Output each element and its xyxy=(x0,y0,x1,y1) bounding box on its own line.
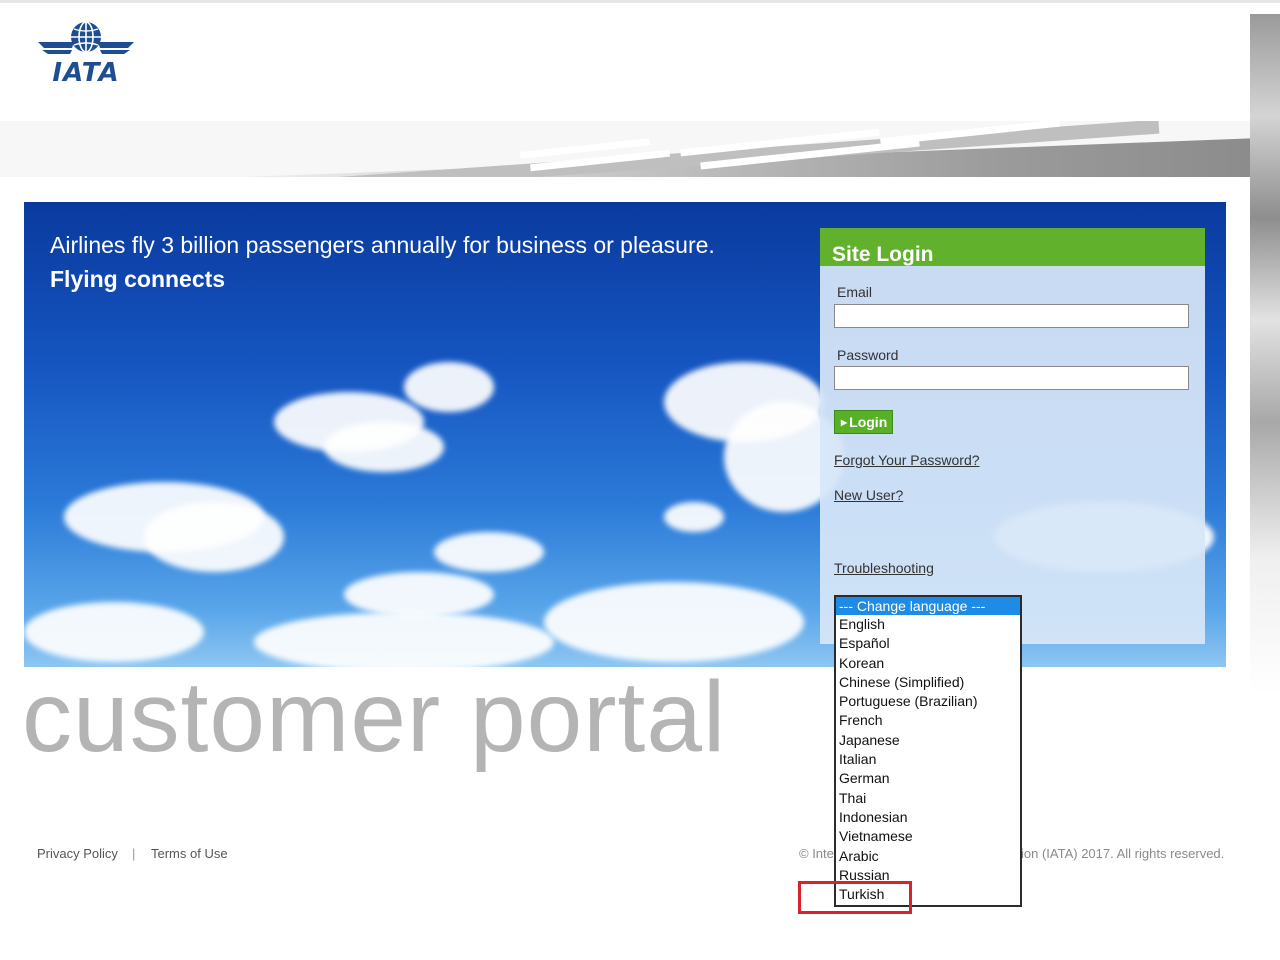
language-option-arabic[interactable]: Arabic xyxy=(836,847,1020,866)
globe-wings-icon xyxy=(38,21,134,54)
language-option-italian[interactable]: Italian xyxy=(836,750,1020,769)
runway-banner-image xyxy=(0,121,1250,177)
language-select[interactable]: --- Change language --- English Español … xyxy=(834,595,1022,907)
iata-logo[interactable]: IATA xyxy=(36,20,136,88)
language-option-korean[interactable]: Korean xyxy=(836,654,1020,673)
copyright-right: ion (IATA) 2017. All rights reserved. xyxy=(1021,846,1225,861)
password-field[interactable] xyxy=(834,366,1189,390)
password-label: Password xyxy=(837,347,899,363)
turkish-highlight-box xyxy=(798,881,912,914)
troubleshooting-link[interactable]: Troubleshooting xyxy=(834,560,934,576)
site-login-panel: Site Login Email Password ▶ Login Forgot … xyxy=(820,228,1205,644)
copyright-left: © Inte xyxy=(799,846,834,861)
new-user-link[interactable]: New User? xyxy=(834,487,903,503)
login-button[interactable]: ▶ Login xyxy=(834,410,893,434)
email-field[interactable] xyxy=(834,304,1189,328)
language-option-english[interactable]: English xyxy=(836,615,1020,634)
language-option-vietnamese[interactable]: Vietnamese xyxy=(836,827,1020,846)
arrow-right-icon: ▶ xyxy=(841,418,848,427)
language-option-french[interactable]: French xyxy=(836,711,1020,730)
language-option-portuguese-brazilian[interactable]: Portuguese (Brazilian) xyxy=(836,692,1020,711)
language-option-thai[interactable]: Thai xyxy=(836,789,1020,808)
footer-separator: | xyxy=(132,846,136,861)
side-background-image xyxy=(1250,14,1280,694)
customer-portal-watermark: customer portal xyxy=(22,661,727,773)
language-option-german[interactable]: German xyxy=(836,769,1020,788)
login-title: Site Login xyxy=(820,228,1205,266)
language-option-espanol[interactable]: Español xyxy=(836,634,1020,653)
login-button-label: Login xyxy=(849,414,888,430)
email-label: Email xyxy=(837,284,873,300)
language-option-indonesian[interactable]: Indonesian xyxy=(836,808,1020,827)
language-option-selected[interactable]: --- Change language --- xyxy=(836,597,1020,615)
language-option-japanese[interactable]: Japanese xyxy=(836,731,1020,750)
logo-text: IATA xyxy=(52,58,120,88)
forgot-password-link[interactable]: Forgot Your Password? xyxy=(834,452,980,468)
hero-headline: Flying connects xyxy=(50,266,226,292)
privacy-policy-link[interactable]: Privacy Policy xyxy=(37,846,118,861)
terms-of-use-link[interactable]: Terms of Use xyxy=(151,846,228,861)
language-option-chinese-simplified[interactable]: Chinese (Simplified) xyxy=(836,673,1020,692)
top-border-line xyxy=(0,0,1280,3)
hero-tagline: Airlines fly 3 billion passengers annual… xyxy=(50,232,715,258)
